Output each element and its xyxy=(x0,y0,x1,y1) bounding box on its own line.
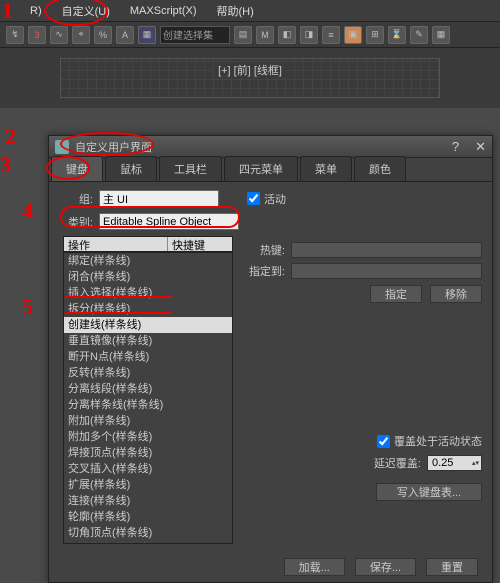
viewport-area[interactable]: [+] [前] [线框] xyxy=(0,48,500,108)
viewport-label[interactable]: [+] [前] [线框] xyxy=(214,62,286,78)
tool-icon[interactable]: A xyxy=(116,26,134,44)
list-item[interactable]: 垂直镜像(样条线) xyxy=(64,333,232,349)
delay-spinner[interactable]: 0.25 xyxy=(427,455,482,471)
tool-icon[interactable]: ↯ xyxy=(6,26,24,44)
tab-bar: 键盘 鼠标 工具栏 四元菜单 菜单 颜色 xyxy=(49,158,492,182)
delay-label: 延迟覆盖: xyxy=(374,455,421,471)
list-item[interactable]: 焊接顶点(样条线) xyxy=(64,445,232,461)
list-item[interactable]: 交叉插入(样条线) xyxy=(64,461,232,477)
menu-help[interactable]: 帮助(H) xyxy=(217,3,254,19)
list-item[interactable]: 闭合(样条线) xyxy=(64,269,232,285)
category-combo[interactable]: Editable Spline Object xyxy=(99,213,239,230)
list-item[interactable]: 断开N点(样条线) xyxy=(64,349,232,365)
override-checkbox[interactable]: 覆盖处于活动状态 xyxy=(245,433,482,449)
active-checkbox[interactable]: 活动 xyxy=(247,191,286,207)
main-menu: R) 自定义(U) MAXScript(X) 帮助(H) xyxy=(0,0,500,22)
dialog-footer: 加载... 保存... 重置 xyxy=(49,552,492,582)
assign-to-input[interactable] xyxy=(291,263,482,279)
dialog-title: 自定义用户界面 xyxy=(75,139,152,155)
list-item[interactable]: 连接(样条线) xyxy=(64,493,232,509)
list-item[interactable]: 反转(样条线) xyxy=(64,365,232,381)
active-check-input[interactable] xyxy=(247,192,260,205)
write-kbd-button[interactable]: 写入键盘表... xyxy=(376,483,482,501)
tab-menus[interactable]: 菜单 xyxy=(300,156,352,181)
action-list[interactable]: 绑定(样条线)闭合(样条线)插入选择(样条线)拆分(样条线)创建线(样条线)垂直… xyxy=(63,252,233,544)
list-item[interactable]: 拆分(样条线) xyxy=(64,301,232,317)
assign-button[interactable]: 指定 xyxy=(370,285,422,303)
hotkey-label: 热键: xyxy=(245,242,285,258)
tool-icon[interactable]: ▦ xyxy=(138,26,156,44)
tool-icon[interactable]: ◨ xyxy=(300,26,318,44)
tool-icon[interactable]: ✎ xyxy=(410,26,428,44)
dialog-titlebar[interactable]: 自定义用户界面 ? ✕ xyxy=(49,136,492,158)
tool-icon[interactable]: ∿ xyxy=(50,26,68,44)
list-item[interactable]: 分离样条线(样条线) xyxy=(64,397,232,413)
tool-icon[interactable]: ◧ xyxy=(278,26,296,44)
tab-keyboard[interactable]: 键盘 xyxy=(51,156,103,181)
annotation-4: 4 xyxy=(22,198,33,224)
list-item[interactable]: 轮廓(样条线) xyxy=(64,509,232,525)
list-item[interactable]: 插入选择(样条线) xyxy=(64,285,232,301)
selection-set-combo[interactable]: 创建选择集 xyxy=(160,26,230,44)
tool-icon[interactable]: % xyxy=(94,26,112,44)
help-icon[interactable]: ? xyxy=(452,139,459,154)
category-label: 类别: xyxy=(63,214,93,230)
list-item[interactable]: 创建线(样条线) xyxy=(64,317,232,333)
tab-quads[interactable]: 四元菜单 xyxy=(224,156,298,181)
toolbar: ↯ 3 ∿ ⌖ % A ▦ 创建选择集 ▤ M ◧ ◨ ≡ ▣ ⊞ ⌛ ✎ ▦ xyxy=(0,22,500,48)
tab-mouse[interactable]: 鼠标 xyxy=(105,156,157,181)
tool-icon[interactable]: ▤ xyxy=(234,26,252,44)
list-header: 操作 快捷键 xyxy=(63,236,233,252)
list-item[interactable]: 绑定(样条线) xyxy=(64,253,232,269)
annotation-3: 3 xyxy=(0,152,11,178)
tool-icon[interactable]: ⌛ xyxy=(388,26,406,44)
group-combo[interactable]: 主 UI xyxy=(99,190,219,207)
override-check-input[interactable] xyxy=(377,435,390,448)
close-icon[interactable]: ✕ xyxy=(475,139,486,155)
tool-icon[interactable]: ⌖ xyxy=(72,26,90,44)
list-item[interactable]: 附加(样条线) xyxy=(64,413,232,429)
group-label: 组: xyxy=(63,191,93,207)
app-icon xyxy=(55,140,69,154)
reset-button[interactable]: 重置 xyxy=(426,558,478,576)
tool-icon[interactable]: ⊞ xyxy=(366,26,384,44)
menu-customize[interactable]: 自定义(U) xyxy=(62,3,110,19)
tool-icon[interactable]: ▦ xyxy=(432,26,450,44)
tab-colors[interactable]: 颜色 xyxy=(354,156,406,181)
list-item[interactable]: 附加多个(样条线) xyxy=(64,429,232,445)
tool-icon[interactable]: ▣ xyxy=(344,26,362,44)
list-item[interactable]: 分离线段(样条线) xyxy=(64,381,232,397)
menu-maxscript[interactable]: MAXScript(X) xyxy=(130,5,197,17)
override-label: 覆盖处于活动状态 xyxy=(394,433,482,449)
list-item[interactable]: 切角顶点(样条线) xyxy=(64,525,232,541)
load-button[interactable]: 加载... xyxy=(284,558,345,576)
menu-r[interactable]: R) xyxy=(30,5,42,17)
col-action[interactable]: 操作 xyxy=(64,237,168,251)
hotkey-input[interactable] xyxy=(291,242,482,258)
tab-toolbars[interactable]: 工具栏 xyxy=(159,156,222,181)
list-item[interactable]: 扩展(样条线) xyxy=(64,477,232,493)
list-item[interactable]: 取消绑定(样条线) xyxy=(64,541,232,544)
assign-to-label: 指定到: xyxy=(245,263,285,279)
annotation-5: 5 xyxy=(22,294,33,320)
remove-button[interactable]: 移除 xyxy=(430,285,482,303)
annotation-2: 2 xyxy=(5,124,16,150)
save-button[interactable]: 保存... xyxy=(355,558,416,576)
tool-icon[interactable]: 3 xyxy=(28,26,46,44)
col-shortcut[interactable]: 快捷键 xyxy=(168,237,232,251)
tool-icon[interactable]: M xyxy=(256,26,274,44)
customize-ui-dialog: 自定义用户界面 ? ✕ 键盘 鼠标 工具栏 四元菜单 菜单 颜色 组: 主 UI… xyxy=(48,135,493,583)
active-label: 活动 xyxy=(264,191,286,207)
tool-icon[interactable]: ≡ xyxy=(322,26,340,44)
